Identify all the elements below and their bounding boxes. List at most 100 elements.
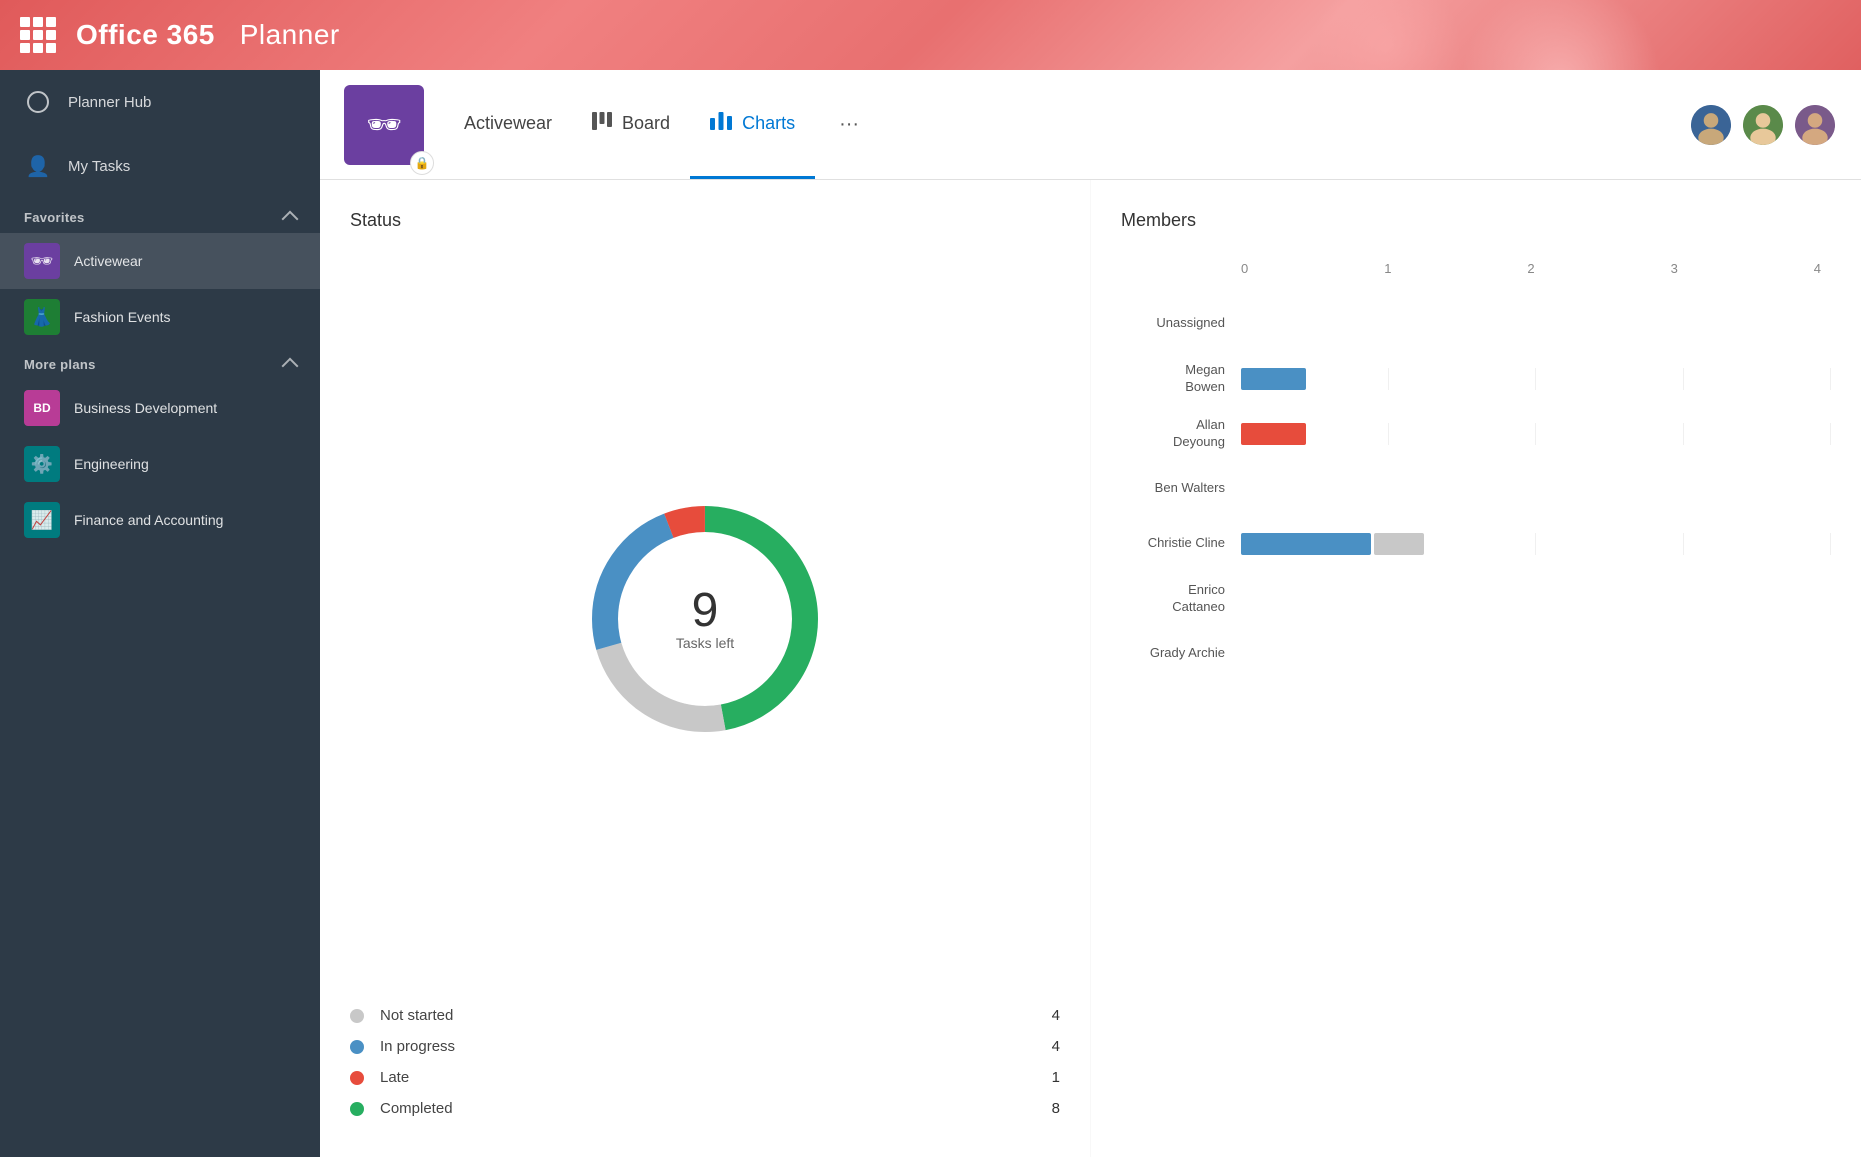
sidebar-item-activewear[interactable]: 🕶 Activewear [0,233,320,289]
row-name-megan-bowen: MeganBowen [1121,362,1241,396]
tab-board[interactable]: Board [572,70,690,179]
row-name-unassigned: Unassigned [1121,315,1241,332]
grid-line [1389,423,1537,445]
fashion-events-icon: 👗 [24,299,60,335]
favorites-label: Favorites [24,210,85,225]
grid-line [1684,423,1832,445]
axis-3: 3 [1671,261,1678,276]
more-plans-chevron-icon [282,358,299,375]
bar-christie-gray [1374,533,1424,555]
app-header: Office 365 Planner [0,0,1861,70]
completed-count: 8 [1040,1100,1060,1117]
completed-dot [350,1102,364,1116]
bar-track-christie-cline [1241,533,1831,555]
bar-allan-red [1241,423,1306,445]
charts-area: Status [320,180,1861,1157]
donut-chart: 9 Tasks left [575,489,835,749]
avatar-2[interactable] [1741,103,1785,147]
grid-line [1684,533,1832,555]
bar-row-ben-walters: Ben Walters [1121,461,1831,516]
more-plans-section-header[interactable]: More plans [0,345,320,380]
sidebar-item-finance-accounting[interactable]: 📈 Finance and Accounting [0,492,320,548]
tab-activewear-label: Activewear [464,113,552,134]
status-panel: Status [320,180,1090,1157]
bar-row-allan-deyoung: AllanDeyoung [1121,406,1831,461]
favorites-section-header[interactable]: Favorites [0,198,320,233]
row-name-ben-walters: Ben Walters [1121,480,1241,497]
donut-container: 9 Tasks left [350,251,1060,987]
my-tasks-icon: 👤 [24,152,52,180]
not-started-label: Not started [380,1007,1024,1024]
fashion-events-label: Fashion Events [74,309,171,325]
sidebar-item-planner-hub[interactable]: Planner Hub [0,70,320,134]
in-progress-count: 4 [1040,1038,1060,1055]
board-icon [592,112,612,135]
activewear-icon: 🕶 [24,243,60,279]
engineering-icon: ⚙️ [24,446,60,482]
engineering-label: Engineering [74,456,149,472]
finance-icon: 📈 [24,502,60,538]
sidebar-item-engineering[interactable]: ⚙️ Engineering [0,436,320,492]
bar-christie-blue [1241,533,1371,555]
members-panel: Members 0 1 2 3 4 [1091,180,1861,1157]
completed-label: Completed [380,1100,1024,1117]
finance-label: Finance and Accounting [74,512,223,528]
lock-badge: 🔒 [410,151,434,175]
avatar-1[interactable] [1689,103,1733,147]
not-started-count: 4 [1040,1007,1060,1024]
app-title: Office 365 Planner [76,19,340,51]
row-name-grady-archie: Grady Archie [1121,645,1241,662]
activewear-label: Activewear [74,253,142,269]
bar-row-megan-bowen: MeganBowen [1121,351,1831,406]
bar-axis: 0 1 2 3 4 [1121,261,1831,276]
bar-track-allan-deyoung [1241,423,1831,445]
grid-line [1389,368,1537,390]
sidebar: Planner Hub 👤 My Tasks Favorites 🕶 Activ… [0,70,320,1157]
tasks-left-number: 9 [676,587,734,635]
in-progress-dot [350,1040,364,1054]
more-plans-label: More plans [24,357,96,372]
avatar-3[interactable] [1793,103,1837,147]
bar-row-christie-cline: Christie Cline [1121,516,1831,571]
business-dev-icon: BD [24,390,60,426]
donut-center: 9 Tasks left [676,587,734,651]
tab-board-label: Board [622,113,670,134]
favorites-chevron-icon [282,211,299,228]
row-name-enrico-cattaneo: EnricoCattaneo [1121,582,1241,616]
in-progress-label: In progress [380,1038,1024,1055]
grid-line [1536,533,1684,555]
sidebar-item-business-development[interactable]: BD Business Development [0,380,320,436]
legend-item-completed: Completed 8 [350,1100,1060,1117]
tasks-left-label: Tasks left [676,635,734,651]
grid-line [1536,368,1684,390]
tab-activewear[interactable]: Activewear [444,70,572,179]
nav-tabs: Activewear Board [444,70,1837,179]
sidebar-item-my-tasks[interactable]: 👤 My Tasks [0,134,320,198]
grid-line [1536,423,1684,445]
sidebar-planner-hub-label: Planner Hub [68,94,151,111]
grid-line [1684,368,1832,390]
members-title: Members [1121,210,1831,231]
planner-hub-icon [24,88,52,116]
bar-track-megan-bowen [1241,368,1831,390]
business-dev-label: Business Development [74,400,217,416]
status-title: Status [350,210,1060,231]
bar-megan-blue [1241,368,1306,390]
content-area: 🕶 🔒 Activewear Board [320,70,1861,1157]
row-name-allan-deyoung: AllanDeyoung [1121,417,1241,451]
more-options-button[interactable]: ··· [825,105,873,144]
waffle-icon[interactable] [20,17,56,53]
tab-charts-label: Charts [742,113,795,134]
sidebar-item-fashion-events[interactable]: 👗 Fashion Events [0,289,320,345]
axis-labels: 0 1 2 3 4 [1241,261,1831,276]
plan-logo: 🕶 🔒 [344,85,424,165]
axis-0: 0 [1241,261,1248,276]
tab-charts[interactable]: Charts [690,70,815,179]
bar-rows: Unassigned [1121,296,1831,1137]
late-label: Late [380,1069,1024,1086]
sidebar-my-tasks-label: My Tasks [68,158,130,175]
legend-item-late: Late 1 [350,1069,1060,1086]
bar-row-grady-archie: Grady Archie [1121,626,1831,681]
members-bar-chart: 0 1 2 3 4 Unassigned [1121,251,1831,1137]
legend-item-in-progress: In progress 4 [350,1038,1060,1055]
